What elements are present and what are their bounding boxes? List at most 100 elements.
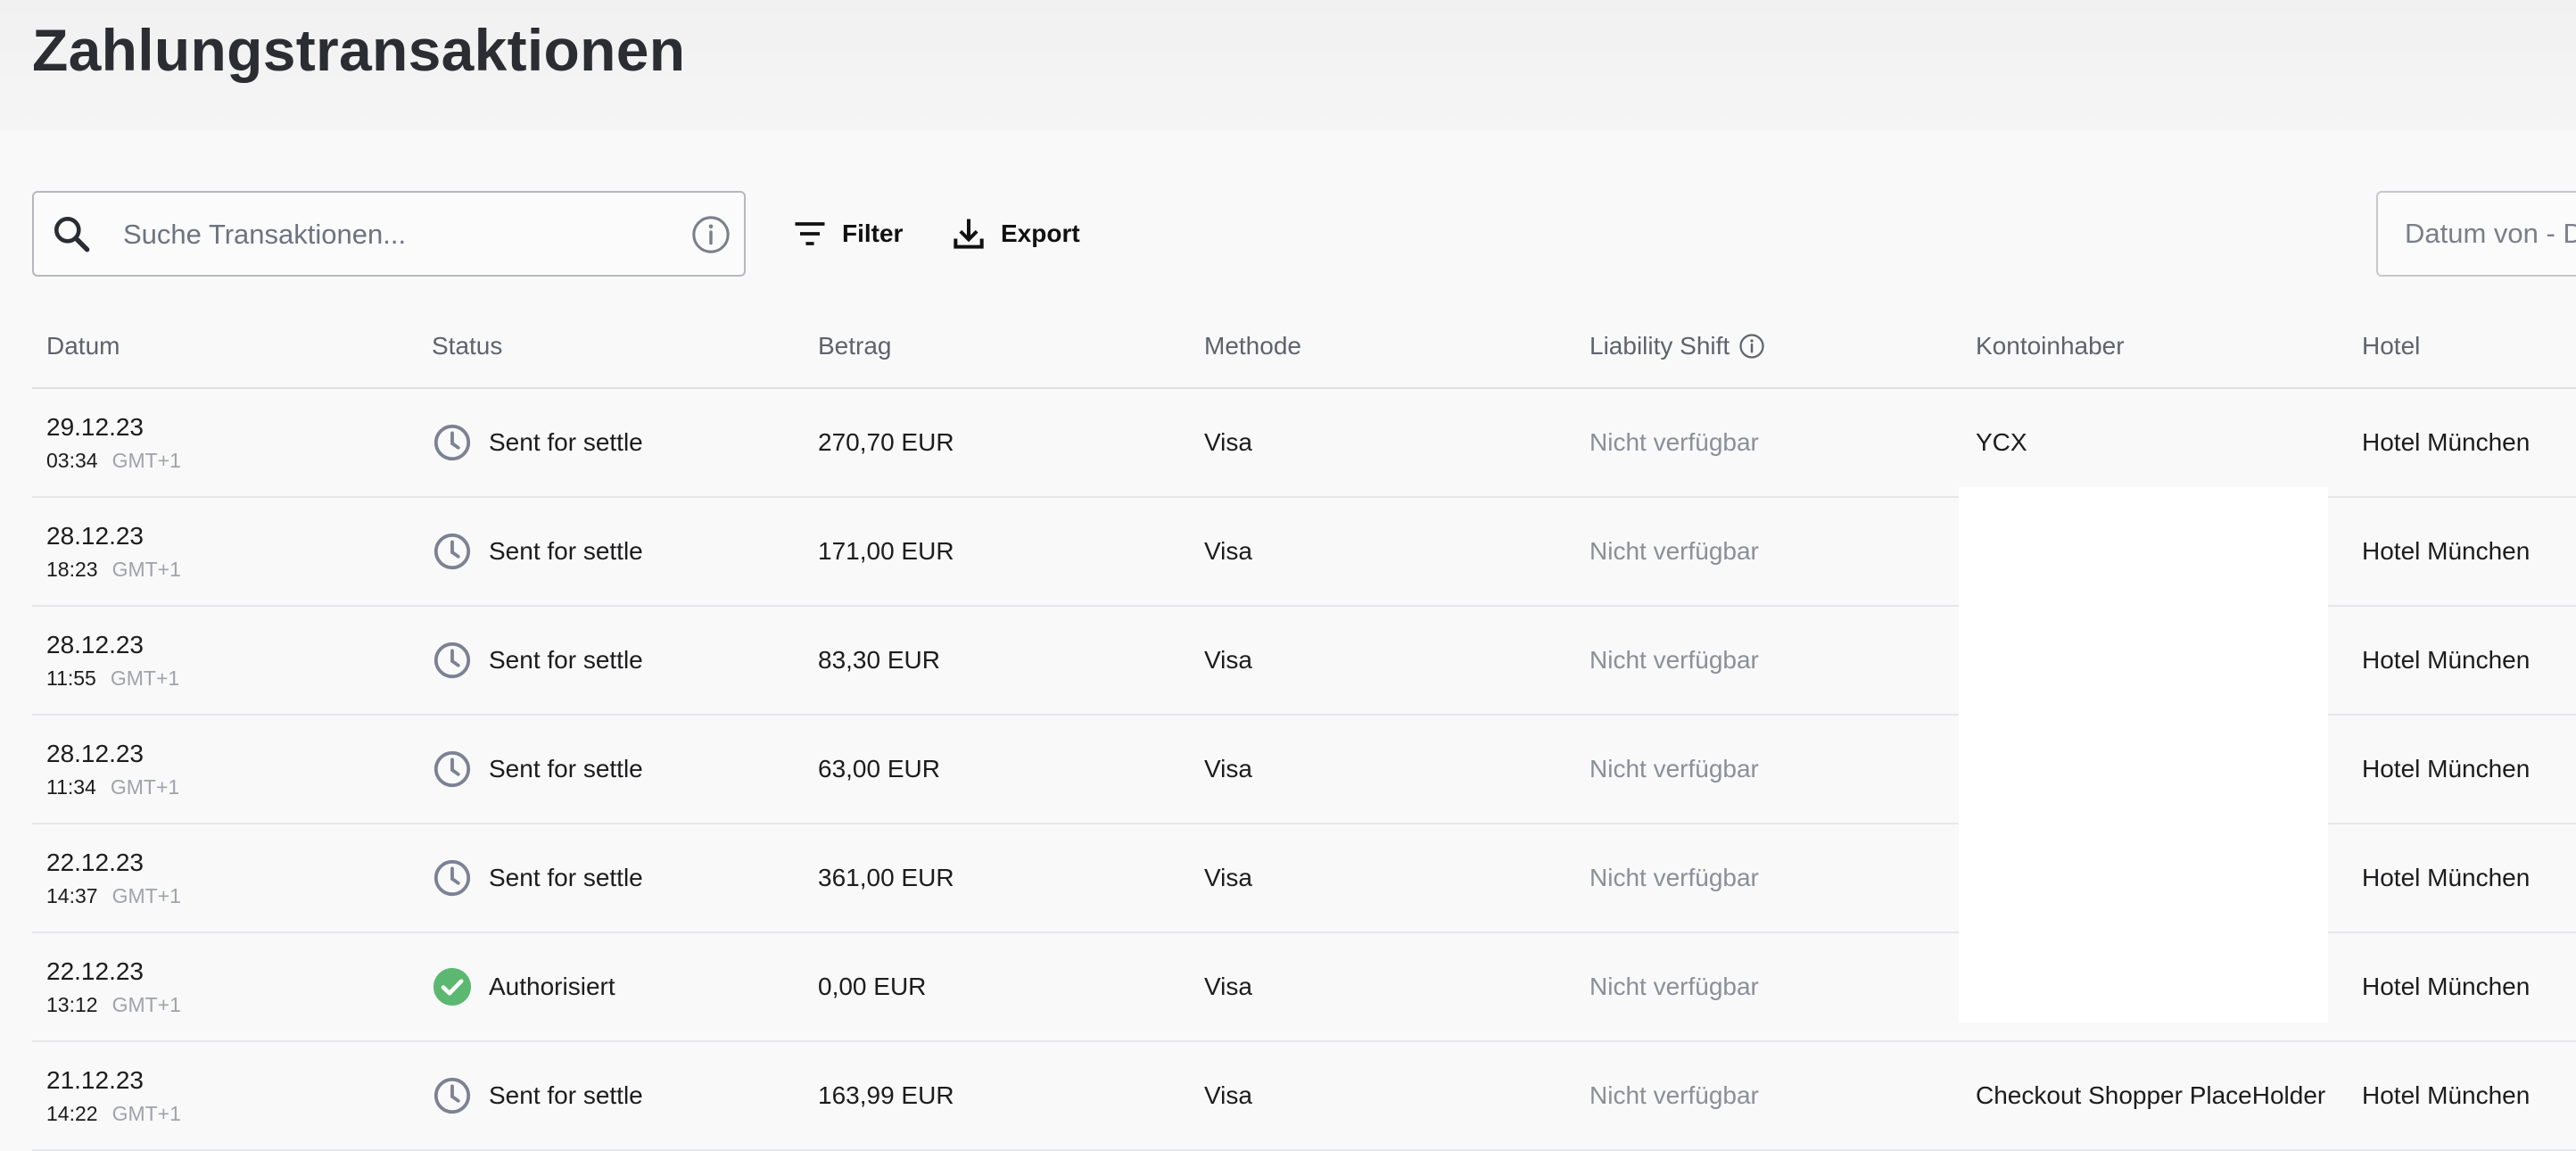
method-cell: Visa (1204, 428, 1252, 456)
search-icon (54, 217, 90, 253)
date-cell: 22.12.23 14:37 GMT+1 (46, 824, 181, 932)
amount-cell: 63,00 EUR (818, 755, 940, 783)
page-title: Zahlungstransaktionen (32, 17, 686, 83)
page-header: Zahlungstransaktionen (0, 0, 2576, 130)
date-value: 29.12.23 (46, 412, 144, 441)
liability-shift-cell: Nicht verfügbar (1589, 1081, 1759, 1109)
time-value: 03:34 (46, 448, 98, 472)
hotel-cell: Hotel München (2362, 755, 2531, 783)
clock-icon (433, 750, 471, 788)
status-cell: Sent for settle (432, 389, 643, 496)
status-cell: Sent for settle (432, 607, 643, 714)
status-cell: Sent for settle (432, 824, 643, 932)
status-cell: Authorisiert (432, 933, 615, 1040)
account-holder-cell: Checkout Shopper PlaceHolder (1976, 1081, 2326, 1109)
status-label: Sent for settle (489, 646, 643, 674)
filter-icon (795, 222, 825, 245)
hotel-cell: Hotel München (2362, 1081, 2531, 1109)
timezone-value: GMT+1 (111, 557, 181, 581)
amount-cell: 83,30 EUR (818, 646, 940, 674)
filter-button[interactable]: Filter (790, 209, 903, 259)
time-value: 13:12 (46, 992, 98, 1016)
column-header-hotel[interactable]: Hotel (2362, 332, 2420, 360)
status-label: Authorisiert (489, 973, 615, 1000)
search-input[interactable] (123, 211, 623, 259)
column-header-methode[interactable]: Methode (1204, 332, 1301, 360)
date-value: 21.12.23 (46, 1065, 144, 1094)
redaction-box (1959, 487, 2328, 1023)
account-holder-cell: YCX (1976, 428, 2027, 456)
date-cell: 22.12.23 13:12 GMT+1 (46, 933, 181, 1040)
date-value: 22.12.23 (46, 848, 144, 876)
date-value: 28.12.23 (46, 630, 144, 658)
filter-label: Filter (842, 219, 904, 247)
time-value: 14:22 (46, 1101, 98, 1125)
amount-cell: 171,00 EUR (818, 537, 954, 565)
hotel-cell: Hotel München (2362, 646, 2531, 674)
clock-icon (433, 642, 471, 679)
column-header-kontoinhaber[interactable]: Kontoinhaber (1976, 332, 2125, 360)
export-button[interactable]: Export (949, 209, 1080, 259)
status-label: Sent for settle (489, 1081, 643, 1109)
status-label: Sent for settle (489, 755, 643, 783)
status-label: Sent for settle (489, 428, 643, 456)
method-cell: Visa (1204, 864, 1252, 891)
timezone-value: GMT+1 (111, 448, 181, 472)
toolbar: Filter Export Datum von - D (0, 191, 2576, 277)
table-row[interactable]: 21.12.23 14:22 GMT+1 Sent for settle 163… (32, 1042, 2576, 1151)
date-range-placeholder: Datum von - D (2405, 218, 2576, 249)
timezone-value: GMT+1 (111, 992, 181, 1016)
status-cell: Sent for settle (432, 716, 643, 823)
date-cell: 28.12.23 11:55 GMT+1 (46, 607, 179, 714)
time-value: 11:34 (46, 774, 96, 799)
status-label: Sent for settle (489, 864, 643, 891)
timezone-value: GMT+1 (111, 883, 181, 907)
method-cell: Visa (1204, 646, 1252, 674)
liability-shift-cell: Nicht verfügbar (1589, 755, 1759, 783)
hotel-cell: Hotel München (2362, 864, 2531, 891)
date-cell: 21.12.23 14:22 GMT+1 (46, 1042, 181, 1149)
download-icon (954, 219, 984, 249)
hotel-cell: Hotel München (2362, 428, 2531, 456)
method-cell: Visa (1204, 755, 1252, 783)
liability-shift-cell: Nicht verfügbar (1589, 864, 1759, 891)
liability-shift-cell: Nicht verfügbar (1589, 428, 1759, 456)
check-circle-icon (433, 967, 472, 1006)
clock-icon (433, 859, 471, 897)
timezone-value: GMT+1 (110, 774, 180, 799)
clock-icon (433, 1077, 471, 1114)
date-cell: 28.12.23 11:34 GMT+1 (46, 716, 179, 823)
liability-shift-cell: Nicht verfügbar (1589, 537, 1759, 565)
liability-info-icon[interactable] (1738, 333, 1765, 360)
date-value: 22.12.23 (46, 956, 144, 985)
amount-cell: 163,99 EUR (818, 1081, 954, 1109)
method-cell: Visa (1204, 973, 1252, 1000)
column-header-datum[interactable]: Datum (46, 332, 120, 360)
hotel-cell: Hotel München (2362, 973, 2531, 1000)
date-range-field[interactable]: Datum von - D (2376, 191, 2576, 277)
date-cell: 29.12.23 03:34 GMT+1 (46, 389, 181, 496)
hotel-cell: Hotel München (2362, 537, 2531, 565)
info-icon[interactable] (690, 214, 731, 255)
table-header: Datum Status Betrag Methode Liability Sh… (32, 311, 2576, 389)
column-header-betrag[interactable]: Betrag (818, 332, 892, 360)
time-value: 14:37 (46, 883, 98, 907)
clock-icon (433, 533, 471, 570)
search-box[interactable] (32, 191, 746, 277)
time-value: 11:55 (46, 666, 96, 690)
column-header-status[interactable]: Status (432, 332, 502, 360)
method-cell: Visa (1204, 1081, 1252, 1109)
column-header-liability-shift[interactable]: Liability Shift (1589, 332, 1765, 360)
liability-shift-cell: Nicht verfügbar (1589, 646, 1759, 674)
time-value: 18:23 (46, 557, 98, 581)
date-value: 28.12.23 (46, 739, 144, 767)
amount-cell: 361,00 EUR (818, 864, 954, 891)
clock-icon (433, 424, 471, 461)
method-cell: Visa (1204, 537, 1252, 565)
timezone-value: GMT+1 (111, 1101, 181, 1125)
amount-cell: 270,70 EUR (818, 428, 954, 456)
table-row[interactable]: 29.12.23 03:34 GMT+1 Sent for settle 270… (32, 389, 2576, 498)
status-cell: Sent for settle (432, 1042, 643, 1149)
amount-cell: 0,00 EUR (818, 973, 927, 1000)
date-value: 28.12.23 (46, 521, 144, 550)
